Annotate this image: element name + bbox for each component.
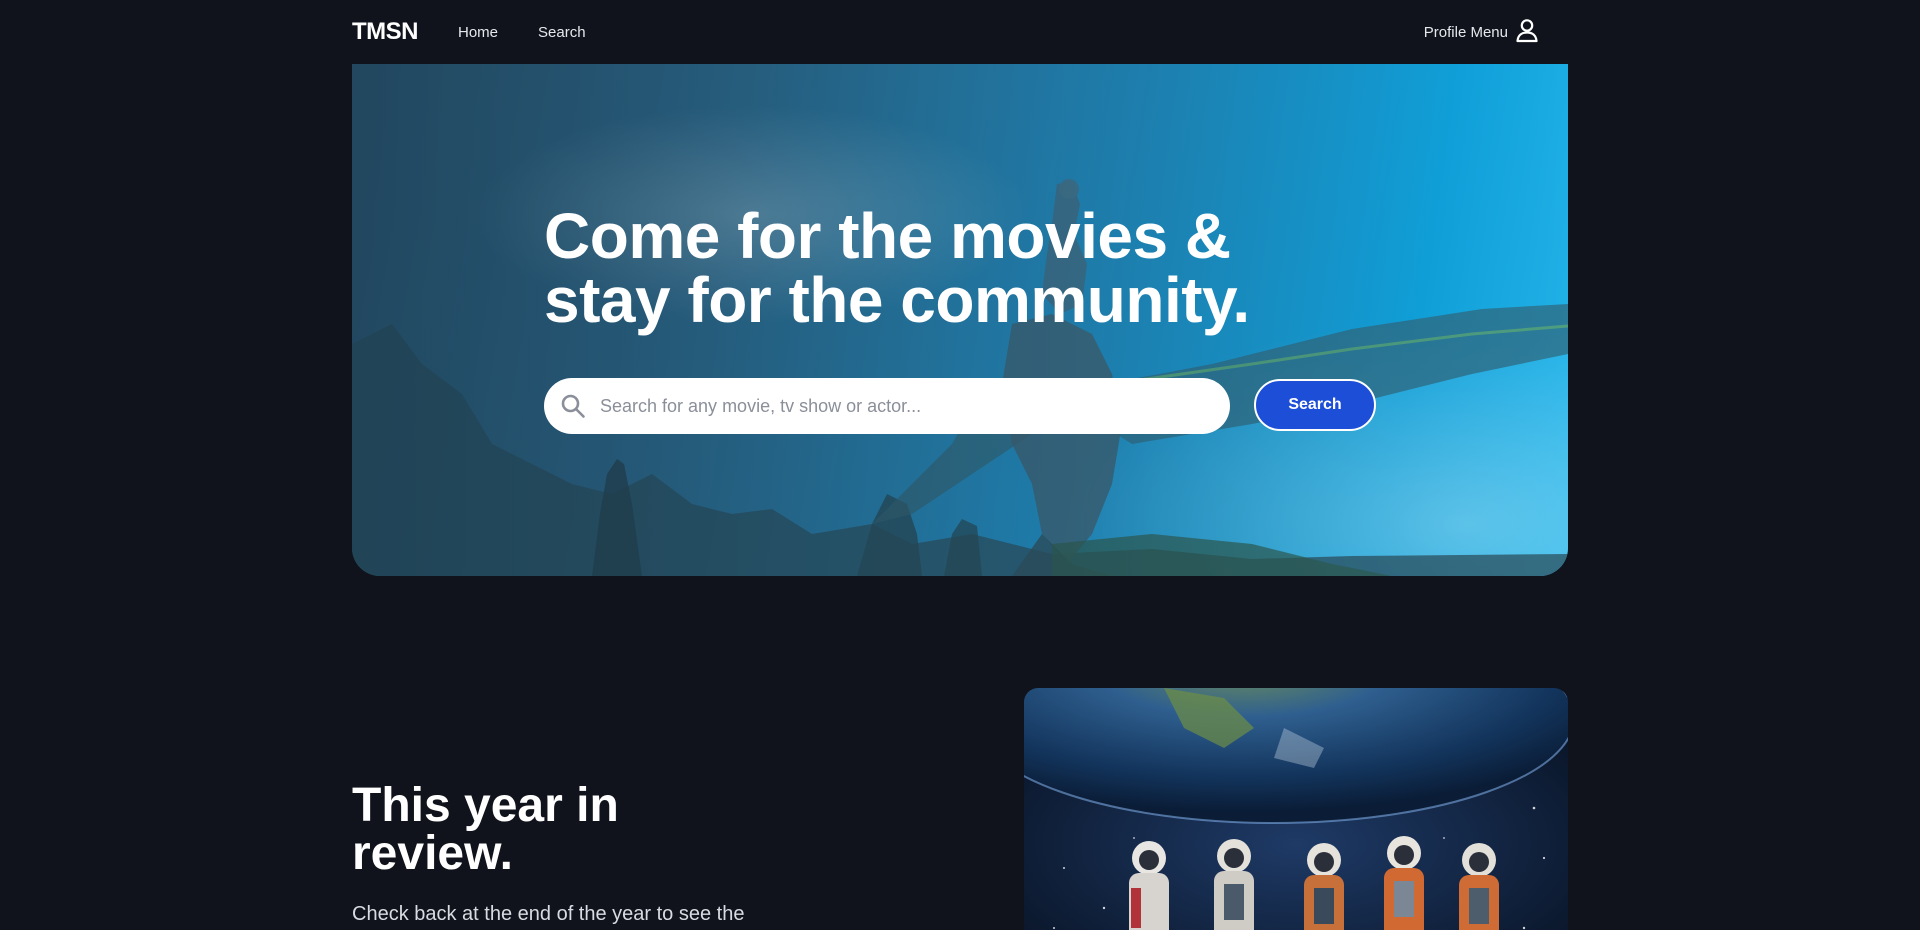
profile-menu-button[interactable]: Profile Menu (1424, 17, 1540, 47)
logo[interactable]: TMSN (352, 18, 419, 46)
search-icon (560, 393, 586, 419)
nav-link-search[interactable]: Search (538, 24, 586, 41)
space-artwork (1024, 688, 1568, 930)
hero-search-input[interactable] (600, 395, 1160, 417)
hero-title: Come for the movies & stay for the commu… (544, 204, 1344, 332)
hero-title-line2: stay for the community. (544, 264, 1250, 336)
hero-search-field[interactable] (544, 378, 1230, 434)
hero-banner: Come for the movies & stay for the commu… (352, 64, 1568, 576)
year-in-review-title-line2: review. (352, 827, 513, 880)
year-in-review-image (1024, 688, 1568, 930)
page: TMSN Home Search Profile Menu Come for t… (0, 0, 1920, 930)
hero-search-button[interactable]: Search (1254, 379, 1376, 431)
user-icon (1508, 17, 1540, 47)
top-nav: TMSN Home Search Profile Menu (352, 0, 1568, 64)
profile-menu-label: Profile Menu (1423, 23, 1508, 41)
nav-link-home[interactable]: Home (458, 24, 498, 41)
year-in-review-title: This year in review. (352, 782, 752, 878)
year-in-review-text: Check back at the end of the year to see… (352, 903, 745, 925)
hero-title-line1: Come for the movies & (544, 200, 1231, 272)
year-in-review-title-line1: This year in (352, 779, 619, 832)
